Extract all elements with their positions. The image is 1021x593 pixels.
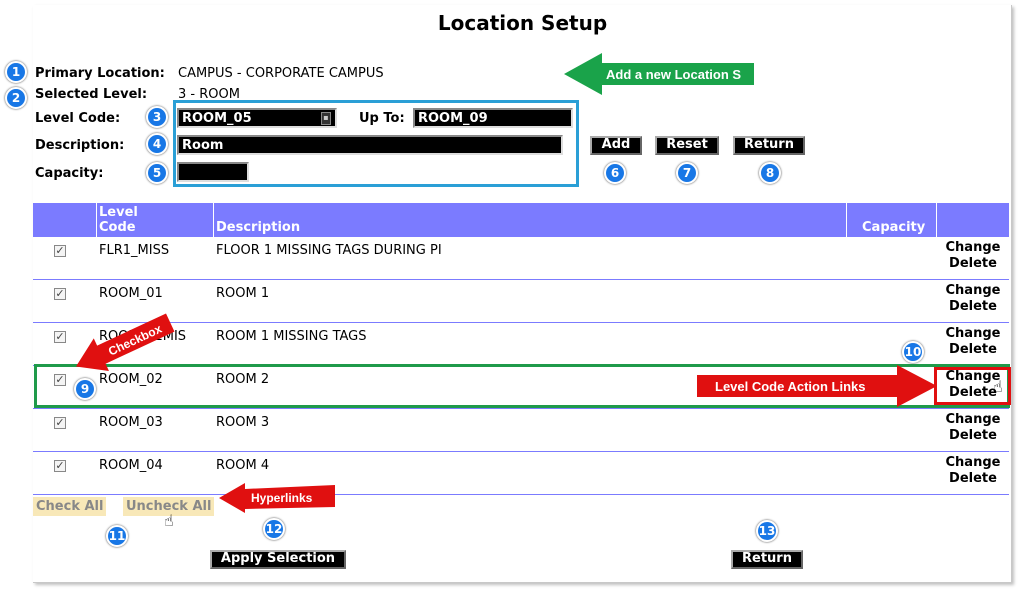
step-badge: 8 — [759, 162, 781, 184]
table-row: ✓ ROOM_04 ROOM 4 Change Delete — [33, 452, 1009, 495]
reset-button[interactable]: Reset — [655, 136, 719, 155]
apply-selection-button[interactable]: Apply Selection — [210, 550, 346, 569]
row-level-code: ROOM_03 — [99, 415, 163, 430]
hyperlinks-callout: Hyperlinks — [219, 483, 335, 513]
add-location-callout-text: Add a new Location S — [606, 67, 741, 82]
step-badge: 9 — [74, 378, 96, 400]
return-button[interactable]: Return — [733, 136, 805, 155]
selected-level-label: Selected Level: — [35, 87, 148, 102]
header-level: Level — [99, 205, 138, 220]
step-badge: 10 — [902, 341, 924, 363]
level-actions-callout-text: Level Code Action Links — [715, 379, 866, 394]
row-checkbox[interactable]: ✓ — [54, 288, 66, 300]
row-description: ROOM 1 — [216, 286, 270, 301]
page-title: Location Setup — [437, 11, 608, 35]
row-level-code: ROOM_01 — [99, 286, 163, 301]
table-row: ✓ FLR1_MISS FLOOR 1 MISSING TAGS DURING … — [33, 237, 1009, 280]
change-link[interactable]: Change — [945, 455, 1001, 471]
level-code-input[interactable]: ROOM_05 ▪ — [177, 108, 337, 128]
up-to-input[interactable]: ROOM_09 — [413, 108, 573, 128]
description-input[interactable]: Room — [177, 135, 563, 155]
row-description: ROOM 3 — [216, 415, 270, 430]
delete-link[interactable]: Delete — [945, 299, 1001, 315]
row-checkbox[interactable]: ✓ — [54, 417, 66, 429]
description-label: Description: — [35, 138, 125, 153]
checkbox-callout: Checkbox — [75, 313, 175, 371]
hand-cursor-icon: ☝ — [164, 511, 174, 530]
delete-link[interactable]: Delete — [945, 256, 1001, 272]
hand-cursor-icon: ☝ — [993, 377, 1003, 396]
step-badge: 1 — [5, 61, 27, 83]
row-level-code: ROOM_04 — [99, 458, 163, 473]
change-link[interactable]: Change — [945, 412, 1001, 428]
row-checkbox[interactable]: ✓ — [54, 460, 66, 472]
level-code-label: Level Code: — [35, 111, 121, 126]
check-all-link[interactable]: Check All — [33, 497, 107, 516]
step-badge: 11 — [106, 525, 128, 547]
change-link[interactable]: Change — [945, 326, 1001, 342]
lookup-icon[interactable]: ▪ — [321, 112, 331, 125]
step-badge: 5 — [146, 162, 168, 184]
primary-location-label: Primary Location: — [35, 66, 165, 81]
add-location-callout: Add a new Location S — [564, 53, 754, 95]
step-badge: 4 — [146, 133, 168, 155]
row-description: FLOOR 1 MISSING TAGS DURING PI — [216, 243, 442, 258]
step-badge: 13 — [756, 520, 778, 542]
delete-link[interactable]: Delete — [945, 428, 1001, 444]
header-description: Description — [216, 220, 301, 235]
primary-location-value: CAMPUS - CORPORATE CAMPUS — [178, 66, 384, 81]
capacity-input[interactable] — [177, 162, 249, 182]
add-button[interactable]: Add — [590, 136, 642, 155]
level-code-value: ROOM_05 — [182, 111, 252, 126]
capacity-label: Capacity: — [35, 166, 104, 181]
header-capacity: Capacity — [862, 220, 926, 235]
bottom-return-button[interactable]: Return — [731, 550, 803, 569]
row-description: ROOM 4 — [216, 458, 270, 473]
step-badge: 12 — [263, 518, 285, 540]
change-link[interactable]: Change — [945, 240, 1001, 256]
step-badge: 3 — [146, 106, 168, 128]
row-level-code: FLR1_MISS — [99, 243, 170, 258]
table-header: Level Code Description Capacity — [33, 203, 1009, 237]
row-description: ROOM 1 MISSING TAGS — [216, 329, 367, 344]
hyperlinks-callout-text: Hyperlinks — [251, 491, 313, 505]
step-badge: 6 — [604, 162, 626, 184]
header-code: Code — [99, 220, 136, 235]
page-frame: Location Setup Primary Location: CAMPUS … — [33, 5, 1012, 583]
change-link[interactable]: Change — [945, 283, 1001, 299]
level-actions-callout: Level Code Action Links — [697, 365, 937, 407]
delete-link[interactable]: Delete — [945, 471, 1001, 487]
up-to-label: Up To: — [359, 111, 405, 126]
step-badge: 2 — [5, 87, 27, 109]
row-checkbox[interactable]: ✓ — [54, 245, 66, 257]
table-row: ✓ ROOM_03 ROOM 3 Change Delete — [33, 409, 1009, 452]
step-badge: 7 — [676, 162, 698, 184]
delete-link[interactable]: Delete — [945, 342, 1001, 358]
